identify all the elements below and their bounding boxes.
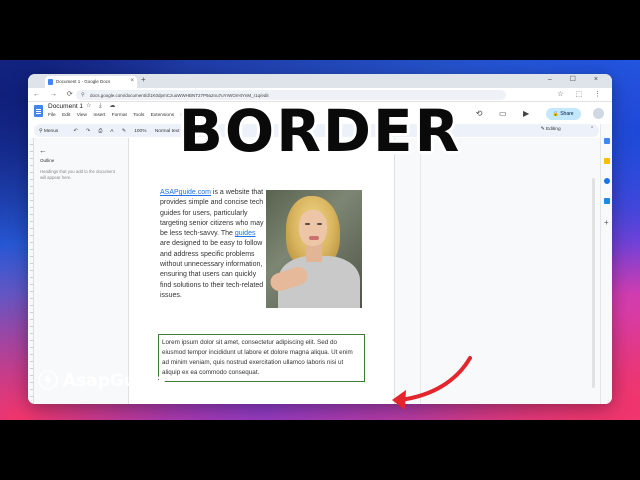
red-arrow-icon (392, 356, 472, 410)
vertical-ruler (30, 138, 34, 404)
window-controls[interactable]: – ☐ × (548, 75, 606, 83)
docs-favicon-icon (48, 79, 53, 85)
bordered-paragraph[interactable]: Lorem ipsum dolor sit amet, consectetur … (158, 334, 365, 382)
intro-paragraph[interactable]: ASAPguide.com is a website that provides… (160, 188, 267, 301)
asapguide-link[interactable]: ASAPguide.com (160, 189, 211, 196)
outline-hint: Headings that you add to the document wi… (40, 169, 116, 180)
headline-overlay: BORDER (178, 97, 462, 165)
close-tab-icon[interactable]: × (130, 78, 134, 84)
tab-title: Document 1 - Google Docs (56, 79, 111, 84)
browser-tab[interactable]: Document 1 - Google Docs × (45, 76, 137, 88)
guides-link[interactable]: guides (235, 230, 256, 237)
outline-panel: ← Outline Headings that you add to the d… (28, 138, 128, 404)
side-panel: + (600, 124, 612, 404)
add-addon-icon[interactable]: + (604, 219, 610, 227)
tasks-icon[interactable] (604, 178, 610, 184)
document-page[interactable]: ASAPguide.com is a website that provides… (128, 138, 395, 404)
portrait-image[interactable] (266, 190, 362, 308)
tab-strip: Document 1 - Google Docs × + – ☐ × (28, 74, 612, 88)
new-tab-button[interactable]: + (141, 75, 146, 84)
brand-name: AsapGuide (63, 371, 166, 391)
document-canvas: ← Outline Headings that you add to the d… (28, 138, 600, 404)
asapguide-logo-icon (38, 370, 58, 390)
contacts-icon[interactable] (604, 198, 610, 204)
intro-text-2: are designed to be easy to follow and ad… (160, 240, 264, 299)
scrollbar[interactable] (592, 178, 595, 388)
